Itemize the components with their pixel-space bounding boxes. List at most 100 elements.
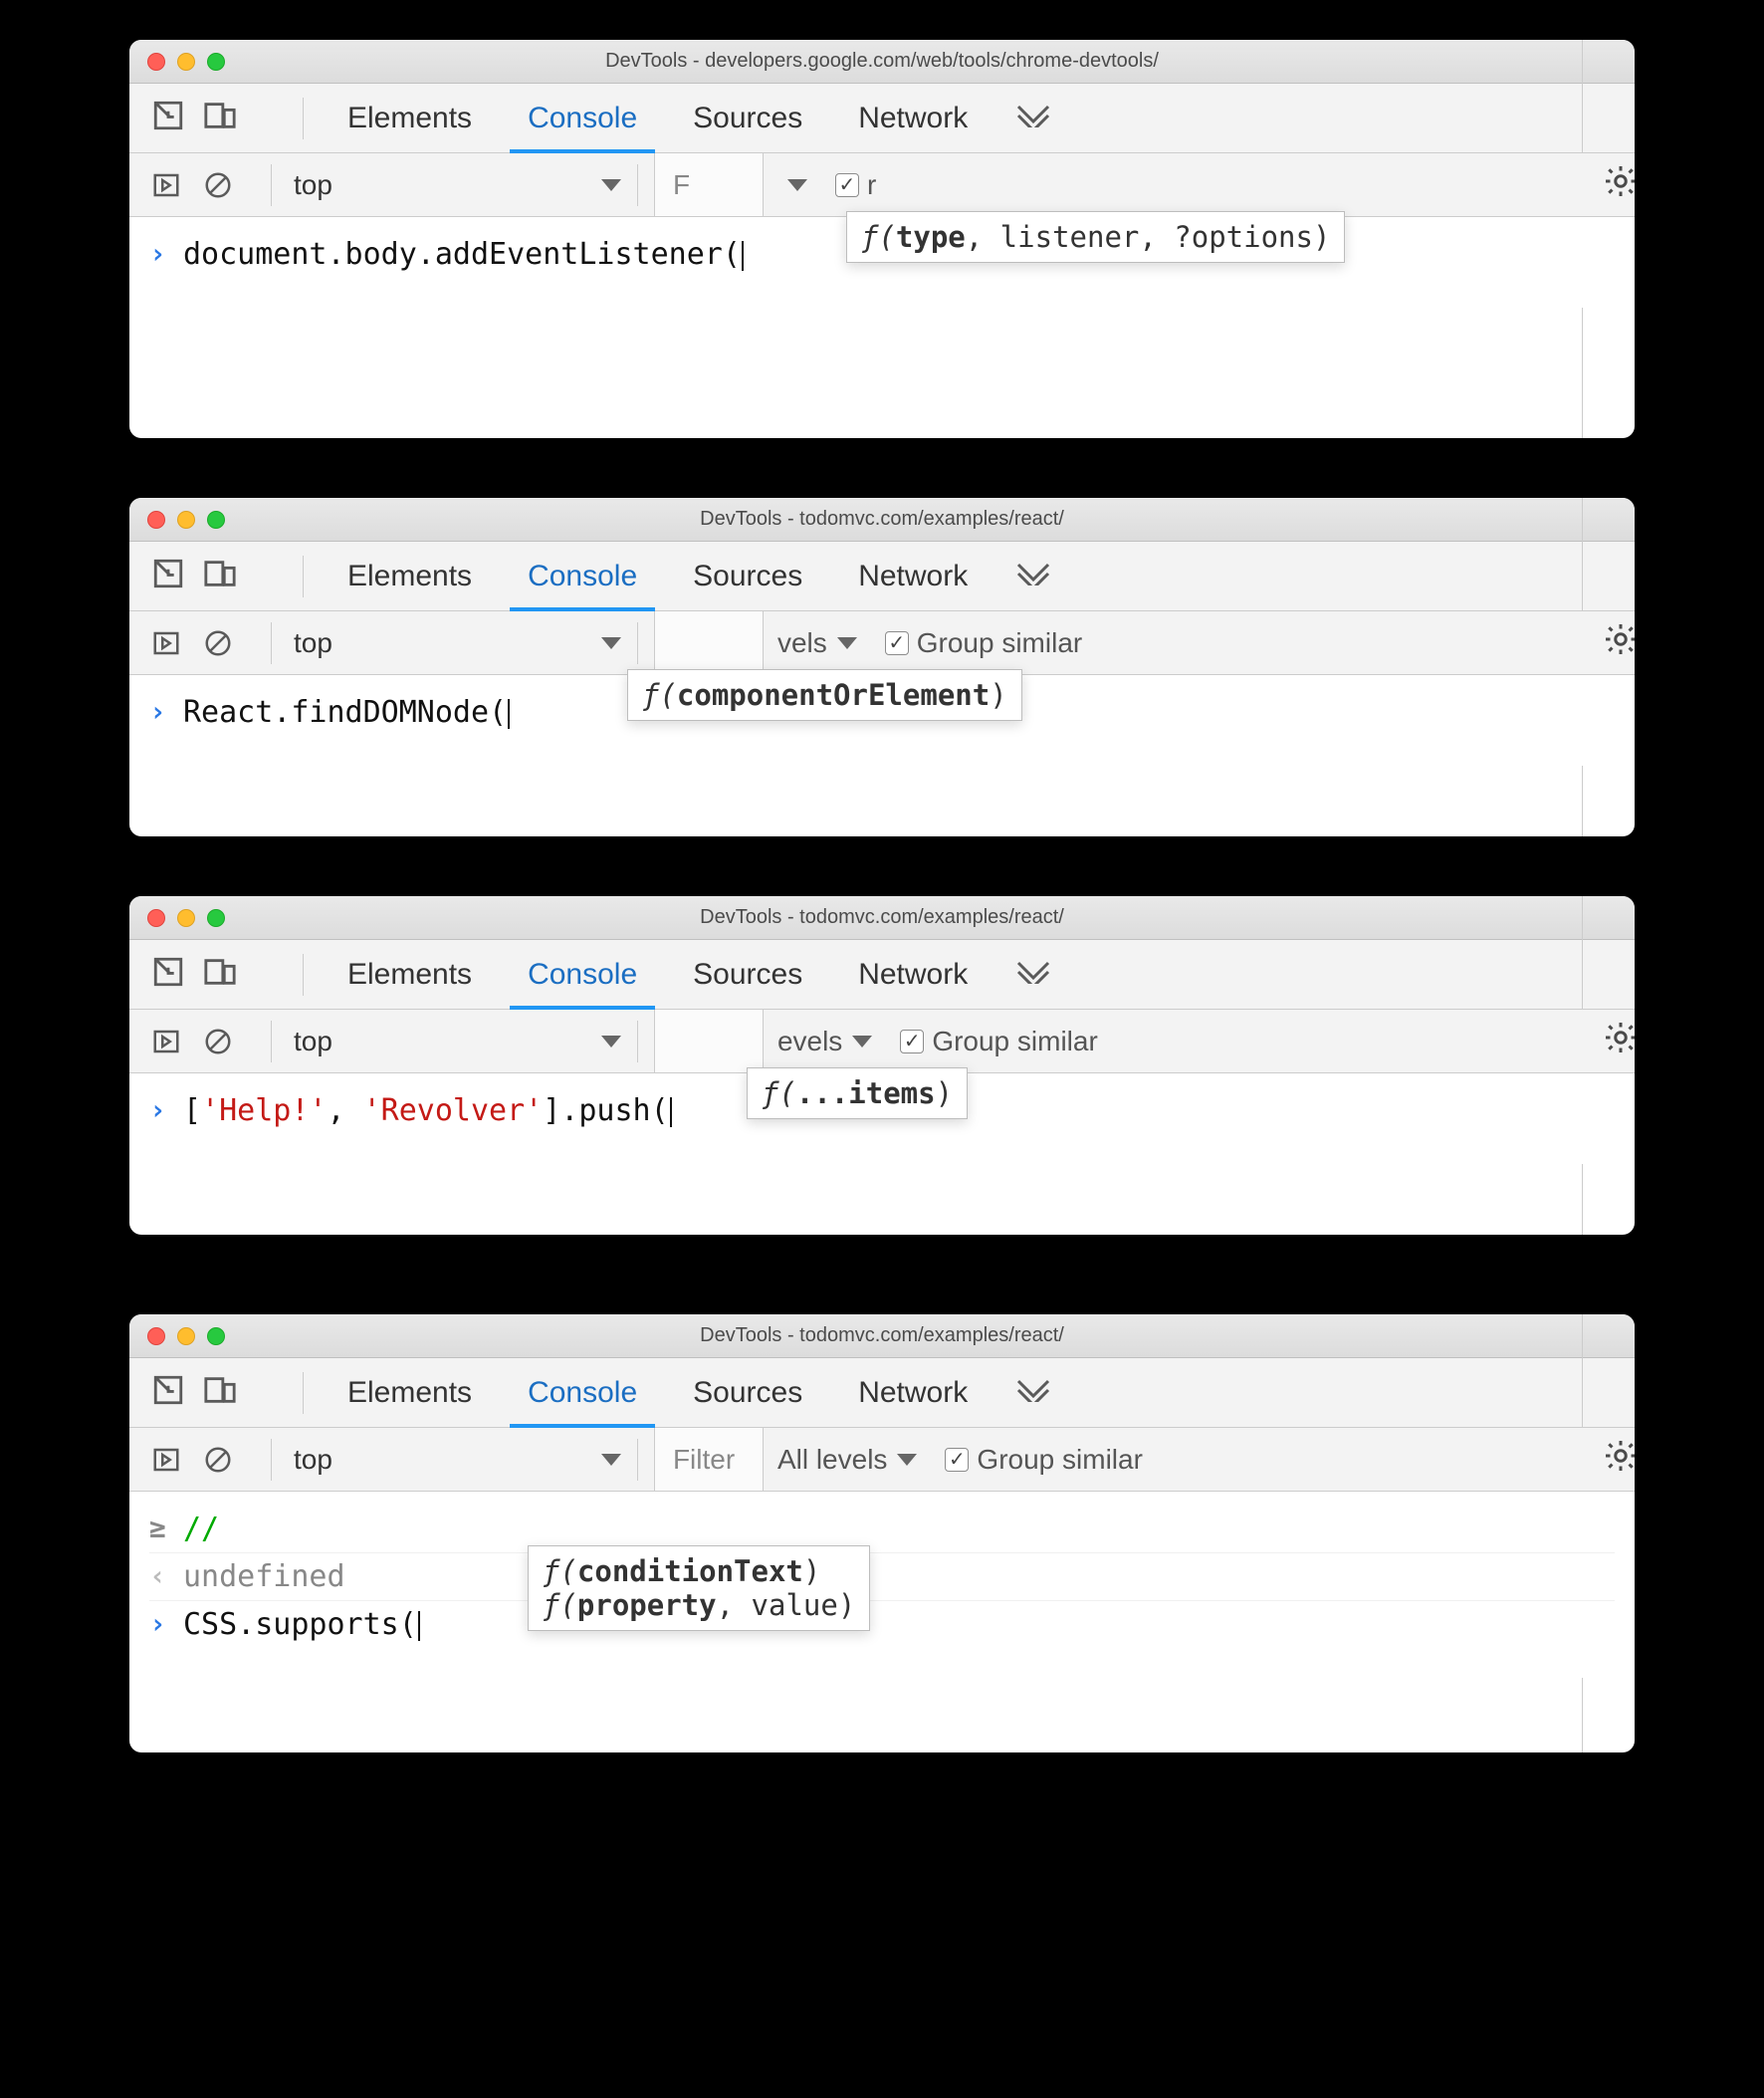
gear-icon[interactable] (1603, 1020, 1635, 1062)
separator (271, 1021, 272, 1062)
tab-elements[interactable]: Elements (320, 1358, 500, 1427)
clear-console-icon[interactable] (203, 628, 233, 658)
separator (271, 1439, 272, 1481)
log-levels-selector[interactable]: All levels (764, 1444, 931, 1476)
return-arrow-icon: ‹ (149, 1559, 169, 1592)
checkbox-icon (900, 1030, 924, 1053)
log-levels-selector[interactable] (764, 179, 821, 191)
tab-console[interactable]: Console (500, 542, 665, 610)
more-tabs-icon[interactable] (1015, 960, 1051, 989)
tab-console[interactable]: Console (500, 1358, 665, 1427)
signature-segment: property (577, 1588, 717, 1622)
signature-segment: , listener, ?options) (966, 220, 1331, 254)
inspect-icon[interactable] (151, 1373, 185, 1412)
panel-tabs-toolbar: ElementsConsoleSourcesNetwork (129, 84, 1635, 153)
console-code[interactable]: CSS.supports( (183, 1607, 420, 1642)
levels-label: evels (777, 1026, 842, 1057)
signature-segment: ƒ( (642, 678, 677, 712)
more-tabs-icon[interactable] (1015, 104, 1051, 132)
console-code[interactable]: document.body.addEventListener( (183, 237, 744, 272)
clear-console-icon[interactable] (203, 1445, 233, 1475)
log-levels-selector[interactable]: evels (764, 1026, 886, 1057)
gear-icon[interactable] (1603, 1438, 1635, 1481)
tab-network[interactable]: Network (830, 1358, 995, 1427)
separator (303, 1372, 304, 1414)
sidebar-toggle-icon[interactable] (151, 170, 181, 200)
prompt-arrow-icon: › (149, 695, 169, 728)
context-label: top (294, 1026, 332, 1057)
titlebar: DevTools - todomvc.com/examples/react/ (129, 896, 1635, 940)
gear-icon[interactable] (1603, 621, 1635, 664)
tab-console[interactable]: Console (500, 940, 665, 1009)
separator (271, 622, 272, 664)
code-segment: React.findDOMNode( (183, 695, 507, 730)
console-filter-bar: top vels Group similar (129, 611, 1635, 675)
tab-network[interactable]: Network (830, 542, 995, 610)
console-code[interactable]: // (183, 1512, 219, 1546)
tab-sources[interactable]: Sources (665, 542, 830, 610)
console-code[interactable]: React.findDOMNode( (183, 695, 510, 730)
console-code[interactable]: ['Help!', 'Revolver'].push( (183, 1093, 672, 1128)
signature-segment: type (896, 220, 966, 254)
separator (637, 622, 638, 664)
group-similar-checkbox[interactable]: r (821, 169, 890, 201)
console-filter-bar: top FilterAll levelsGroup similar (129, 1428, 1635, 1492)
sidebar-toggle-icon[interactable] (151, 628, 181, 658)
context-selector[interactable]: top (294, 1444, 621, 1476)
device-toggle-icon[interactable] (203, 955, 237, 994)
checkbox-icon (835, 173, 859, 197)
tab-elements[interactable]: Elements (320, 542, 500, 610)
signature-segment: ƒ( (762, 1076, 796, 1110)
filter-input[interactable] (654, 1010, 764, 1072)
console-body[interactable]: ≥//‹undefined›CSS.supports( (129, 1492, 1635, 1678)
window-title: DevTools - developers.google.com/web/too… (129, 50, 1635, 73)
log-levels-selector[interactable]: vels (764, 627, 871, 659)
prompt-arrow-icon: › (149, 1093, 169, 1126)
tab-sources[interactable]: Sources (665, 84, 830, 152)
tab-network[interactable]: Network (830, 940, 995, 1009)
titlebar: DevTools - todomvc.com/examples/react/ (129, 498, 1635, 542)
context-selector[interactable]: top (294, 1026, 621, 1057)
levels-label: vels (777, 627, 827, 659)
console-line: ≥// (149, 1506, 1615, 1553)
group-similar-checkbox[interactable]: Group similar (931, 1444, 1156, 1476)
console-filter-bar: top Fr (129, 153, 1635, 217)
signature-segment: ) (936, 1076, 953, 1110)
signature-segment: ƒ( (543, 1554, 577, 1588)
text-cursor (742, 241, 744, 271)
inspect-icon[interactable] (151, 99, 185, 137)
filter-input[interactable]: Filter (654, 1428, 764, 1491)
group-similar-checkbox[interactable]: Group similar (871, 627, 1096, 659)
code-segment: undefined (183, 1559, 345, 1594)
panel-tabs-toolbar: ElementsConsoleSourcesNetwork (129, 1358, 1635, 1428)
tab-sources[interactable]: Sources (665, 1358, 830, 1427)
sidebar-toggle-icon[interactable] (151, 1027, 181, 1056)
tab-sources[interactable]: Sources (665, 940, 830, 1009)
tab-console[interactable]: Console (500, 84, 665, 152)
device-toggle-icon[interactable] (203, 557, 237, 595)
tab-elements[interactable]: Elements (320, 940, 500, 1009)
device-toggle-icon[interactable] (203, 1373, 237, 1412)
more-tabs-icon[interactable] (1015, 1378, 1051, 1407)
console-code[interactable]: undefined (183, 1559, 345, 1594)
inspect-icon[interactable] (151, 955, 185, 994)
filter-input[interactable]: F (654, 153, 764, 216)
separator (637, 1021, 638, 1062)
gear-icon[interactable] (1603, 163, 1635, 206)
clear-console-icon[interactable] (203, 170, 233, 200)
clear-console-icon[interactable] (203, 1027, 233, 1056)
text-cursor (670, 1097, 672, 1127)
filter-input[interactable] (654, 611, 764, 674)
context-selector[interactable]: top (294, 627, 621, 659)
sidebar-toggle-icon[interactable] (151, 1445, 181, 1475)
tab-network[interactable]: Network (830, 84, 995, 152)
inspect-icon[interactable] (151, 557, 185, 595)
more-tabs-icon[interactable] (1015, 562, 1051, 590)
tab-elements[interactable]: Elements (320, 84, 500, 152)
chevron-down-icon (601, 1454, 621, 1466)
signature-segment: ) (990, 678, 1006, 712)
group-similar-checkbox[interactable]: Group similar (886, 1026, 1111, 1057)
context-selector[interactable]: top (294, 169, 621, 201)
device-toggle-icon[interactable] (203, 99, 237, 137)
titlebar: DevTools - todomvc.com/examples/react/ (129, 1314, 1635, 1358)
